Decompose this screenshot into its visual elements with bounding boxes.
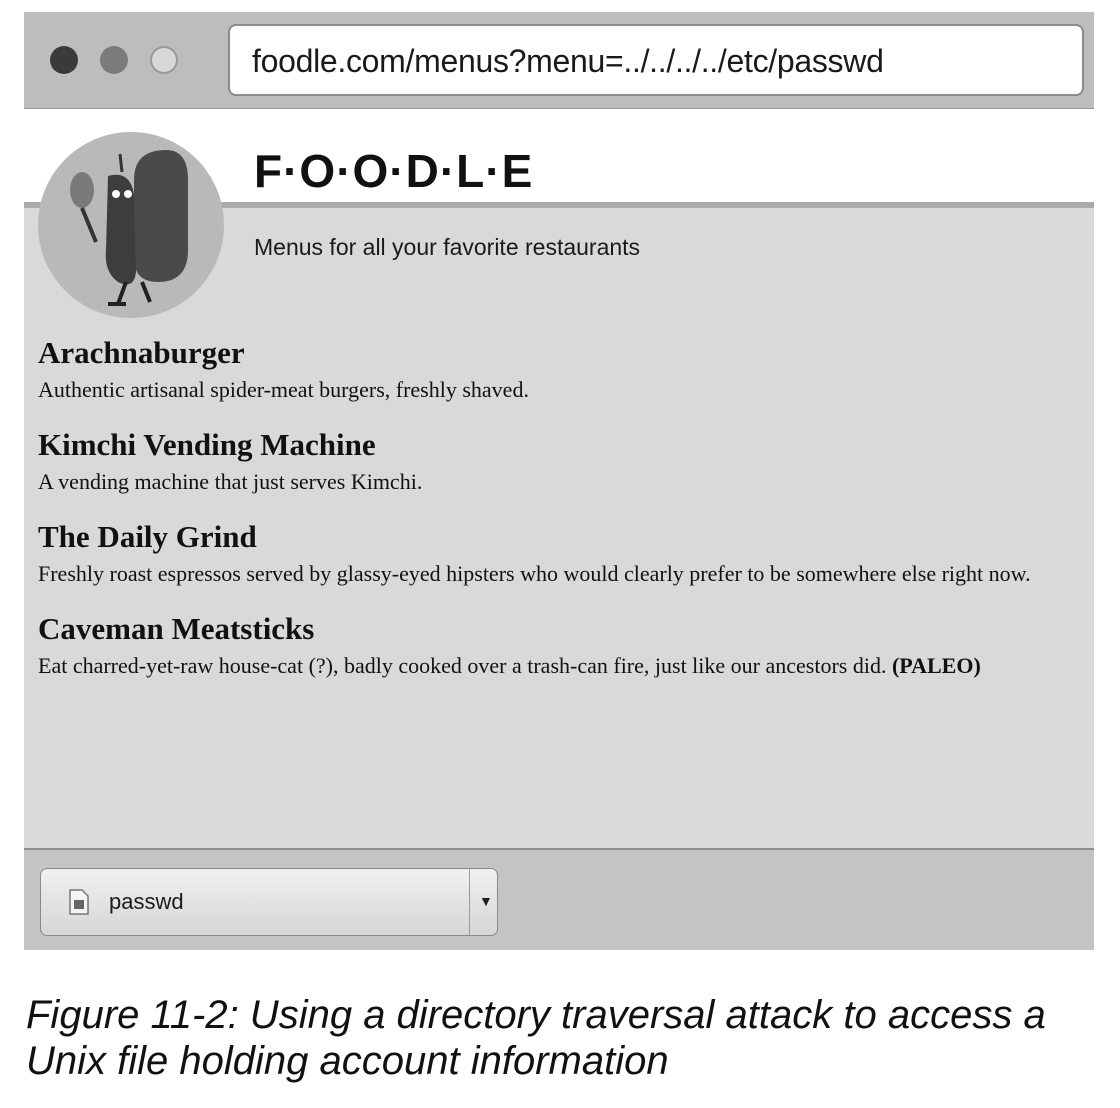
download-button-divider xyxy=(469,869,470,935)
download-filename: passwd xyxy=(109,889,184,914)
restaurant-name[interactable]: Caveman Meatsticks xyxy=(38,610,1078,648)
restaurant-item: Arachnaburger Authentic artisanal spider… xyxy=(38,334,1078,408)
browser-toolbar: foodle.com/menus?menu=../../../../etc/pa… xyxy=(24,12,1094,109)
foodle-mascot-logo xyxy=(38,132,224,318)
restaurant-name[interactable]: The Daily Grind xyxy=(38,518,1078,556)
site-title: F·O·O·D·L·E xyxy=(254,145,534,197)
document-icon xyxy=(69,889,89,915)
restaurant-description: Freshly roast espressos served by glassy… xyxy=(38,561,1031,586)
restaurant-description-text: Eat charred-yet-raw house-cat (?), badly… xyxy=(38,653,887,678)
restaurant-name[interactable]: Arachnaburger xyxy=(38,334,1078,372)
restaurant-description: A vending machine that just serves Kimch… xyxy=(38,469,423,494)
url-text: foodle.com/menus?menu=../../../../etc/pa… xyxy=(252,43,884,79)
close-window-button[interactable] xyxy=(50,46,78,74)
minimize-window-button[interactable] xyxy=(100,46,128,74)
restaurant-tag: (PALEO) xyxy=(891,653,981,678)
restaurant-list: Arachnaburger Authentic artisanal spider… xyxy=(38,334,1078,702)
restaurant-description: Eat charred-yet-raw house-cat (?), badly… xyxy=(38,648,1078,684)
dropdown-arrow-icon[interactable]: ▼ xyxy=(479,893,493,909)
site-tagline: Menus for all your favorite restaurants xyxy=(254,234,641,260)
figure-caption: Figure 11-2: Using a directory traversal… xyxy=(26,993,1046,1083)
address-bar[interactable]: foodle.com/menus?menu=../../../../etc/pa… xyxy=(228,24,1084,96)
restaurant-description: Authentic artisanal spider-meat burgers,… xyxy=(38,377,529,402)
restaurant-name[interactable]: Kimchi Vending Machine xyxy=(38,426,1078,464)
zoom-window-button[interactable] xyxy=(150,46,178,74)
browser-window: foodle.com/menus?menu=../../../../etc/pa… xyxy=(24,12,1094,950)
download-item-button[interactable]: passwd ▼ xyxy=(40,868,498,936)
restaurant-item: The Daily Grind Freshly roast espressos … xyxy=(38,518,1078,592)
restaurant-item: Caveman Meatsticks Eat charred-yet-raw h… xyxy=(38,610,1078,684)
downloads-bar: passwd ▼ xyxy=(24,848,1094,950)
restaurant-item: Kimchi Vending Machine A vending machine… xyxy=(38,426,1078,500)
